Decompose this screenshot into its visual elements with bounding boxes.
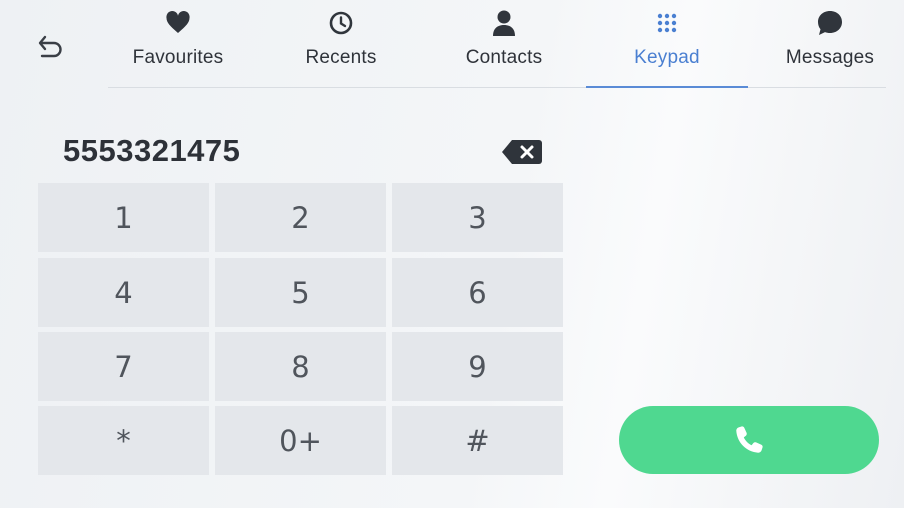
back-button[interactable] xyxy=(34,30,68,64)
active-tab-indicator xyxy=(586,86,748,88)
tab-messages-label: Messages xyxy=(785,47,875,68)
clock-icon xyxy=(329,11,353,35)
dialed-number-display: 5553321475 xyxy=(63,133,241,168)
key-9[interactable]: 9 xyxy=(392,332,563,401)
tab-favourites-label: Favourites xyxy=(132,47,224,68)
key-2[interactable]: 2 xyxy=(215,183,386,252)
heart-icon xyxy=(166,11,190,33)
key-7[interactable]: 7 xyxy=(38,332,209,401)
tab-keypad[interactable]: Keypad xyxy=(610,8,724,86)
key-hash[interactable]: # xyxy=(392,406,563,475)
backspace-button[interactable] xyxy=(500,138,544,166)
tab-contacts-label: Contacts xyxy=(465,47,543,68)
tab-messages[interactable]: Messages xyxy=(774,8,886,86)
tab-recents-label: Recents xyxy=(305,47,377,68)
tab-contacts[interactable]: Contacts xyxy=(446,8,562,86)
tab-recents[interactable]: Recents xyxy=(284,8,398,86)
undo-arrow-icon xyxy=(38,35,62,58)
phone-icon xyxy=(736,426,763,453)
key-5[interactable]: 5 xyxy=(215,258,386,327)
key-6[interactable]: 6 xyxy=(392,258,563,327)
tab-favourites[interactable]: Favourites xyxy=(118,8,238,86)
chat-bubble-icon xyxy=(818,11,842,35)
tab-divider xyxy=(108,87,886,88)
key-0-plus[interactable]: 0+ xyxy=(215,406,386,475)
dialpad-icon xyxy=(657,13,677,33)
top-navigation-bar: Favourites Recents Contacts Keypad Messa… xyxy=(0,0,904,88)
dial-keypad: 1 2 3 4 5 6 7 8 9 * 0+ # xyxy=(38,183,563,475)
key-1[interactable]: 1 xyxy=(38,183,209,252)
key-star[interactable]: * xyxy=(38,406,209,475)
backspace-icon xyxy=(502,140,542,164)
key-4[interactable]: 4 xyxy=(38,258,209,327)
key-3[interactable]: 3 xyxy=(392,183,563,252)
person-icon xyxy=(493,10,515,36)
call-button[interactable] xyxy=(619,406,879,474)
tab-keypad-label: Keypad xyxy=(634,47,700,68)
key-8[interactable]: 8 xyxy=(215,332,386,401)
